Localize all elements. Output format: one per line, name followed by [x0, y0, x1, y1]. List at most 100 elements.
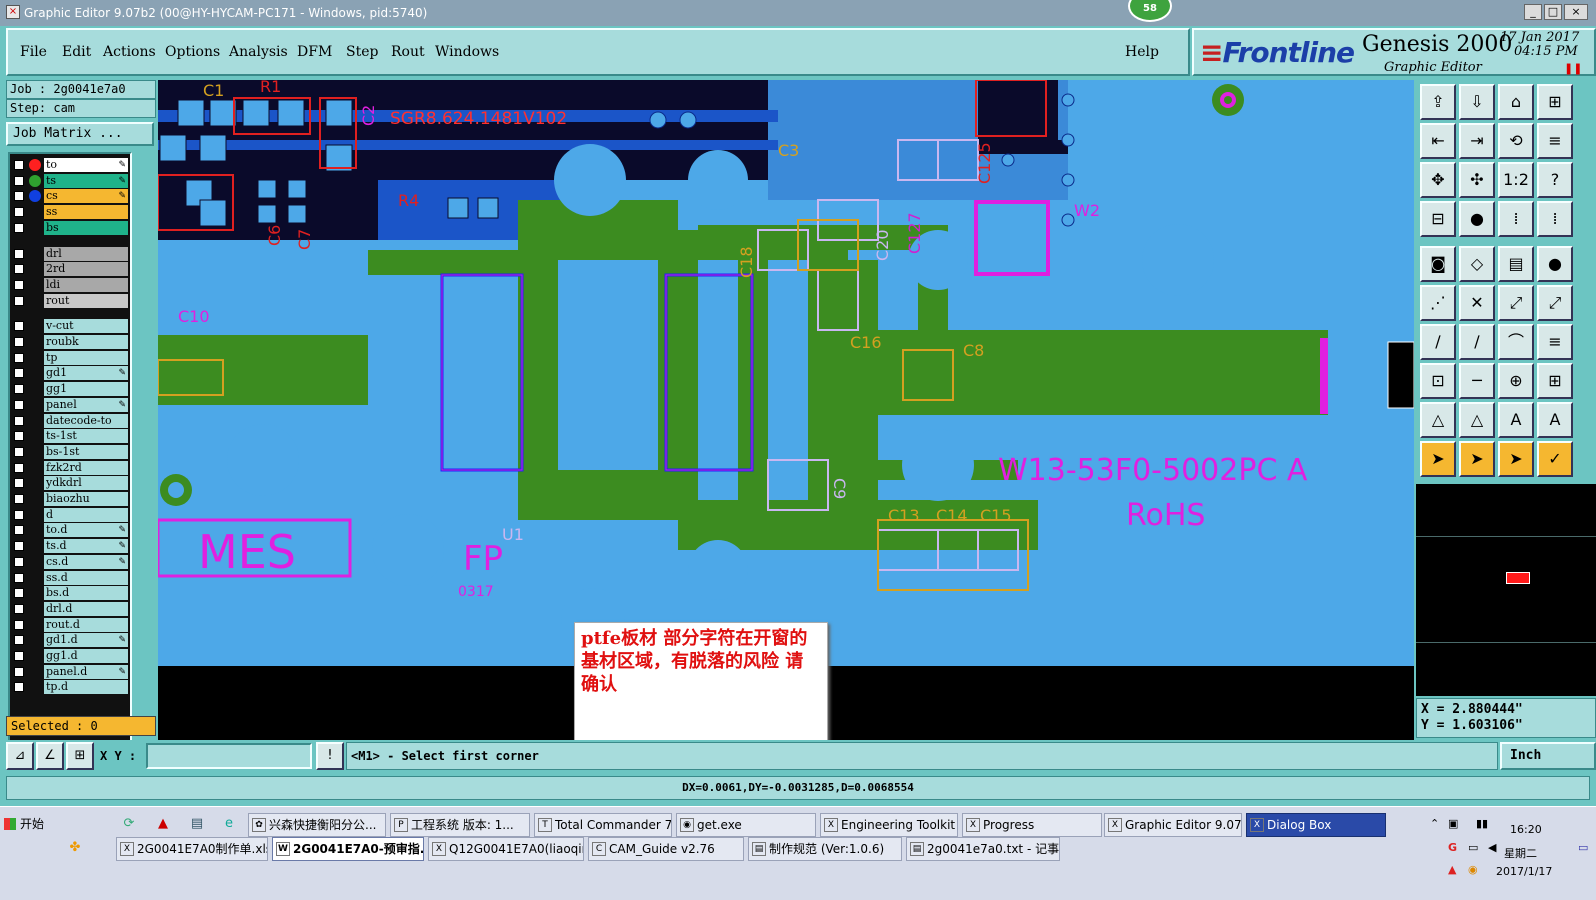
tool-icon[interactable]: ✕	[1459, 285, 1495, 321]
layer-name[interactable]: datecode-to	[44, 413, 128, 428]
taskbar-button[interactable]: W 2G0041E7A0-预审指...	[272, 837, 424, 861]
layer-name[interactable]: gd1 ✎	[44, 366, 128, 381]
layer-checkbox[interactable]	[14, 603, 24, 614]
layer-row[interactable]: d	[12, 507, 130, 522]
layer-checkbox[interactable]	[14, 666, 24, 677]
layer-row[interactable]: ss	[12, 205, 130, 220]
tool-icon[interactable]: ─	[1459, 363, 1495, 399]
layer-checkbox[interactable]	[14, 682, 24, 693]
layer-checkbox[interactable]	[14, 588, 24, 599]
tool-icon[interactable]: ▤	[1498, 246, 1534, 282]
layer-name[interactable]: to ✎	[44, 158, 128, 172]
tray-warning-icon[interactable]: ▲	[1448, 863, 1456, 876]
tray-expand-icon[interactable]: ⌃	[1430, 817, 1439, 830]
layer-row[interactable]: ldi	[12, 277, 130, 292]
taskbar-button[interactable]: X Dialog Box	[1246, 813, 1386, 837]
taskbar-button[interactable]: ▤ 制作规范 (Ver:1.0.6)	[748, 837, 902, 861]
taskbar-button[interactable]: ▤ 2g0041e7a0.txt - 记事本	[906, 837, 1060, 861]
tool-icon[interactable]: ➤	[1459, 441, 1495, 477]
taskbar-button[interactable]: XQ12G0041E7A0(liaoqing)...	[428, 837, 584, 861]
layer-name[interactable]: gd1.d ✎	[44, 633, 128, 648]
tray-monitor-icon[interactable]: ▭	[1468, 841, 1478, 854]
tool-icon[interactable]: ⊟	[1420, 201, 1456, 237]
layer-checkbox[interactable]	[14, 264, 24, 275]
layer-row[interactable]: bs	[12, 220, 130, 235]
snap-center-icon[interactable]: ⊞	[66, 742, 94, 770]
quicklaunch-browser-icon[interactable]: e	[220, 815, 238, 833]
minimize-button[interactable]: _	[1524, 4, 1542, 20]
tool-icon[interactable]: ➤	[1420, 441, 1456, 477]
layer-name[interactable]: v-cut	[44, 319, 128, 334]
tool-icon[interactable]: 1:2	[1498, 162, 1534, 198]
tool-icon[interactable]: ⊞	[1537, 84, 1573, 120]
layer-row[interactable]: ts ✎	[12, 173, 130, 188]
layer-checkbox[interactable]	[14, 160, 24, 170]
tray-lang-icon[interactable]: ▭	[1578, 841, 1588, 854]
notification-badge[interactable]: 58	[1128, 0, 1172, 22]
quicklaunch-doc-icon[interactable]: ▤	[188, 815, 206, 833]
layer-name[interactable]: ydkdrl	[44, 476, 128, 491]
layer-row[interactable]: tp.d	[12, 680, 130, 695]
layer-checkbox[interactable]	[14, 337, 24, 347]
layer-name[interactable]: ts ✎	[44, 173, 128, 188]
layer-row[interactable]: ts-1st	[12, 429, 130, 444]
taskbar-button[interactable]: P 工程系统 版本: 1...	[390, 813, 530, 837]
layer-row[interactable]: panel ✎	[12, 397, 130, 412]
layer-name[interactable]: gg1.d	[44, 649, 128, 663]
layer-row[interactable]: bs-1st	[12, 444, 130, 459]
tool-icon[interactable]: ≡	[1537, 123, 1573, 159]
tray-chrome-icon[interactable]: ◉	[1468, 863, 1478, 876]
layer-name[interactable]: roubk	[44, 335, 128, 349]
layer-row[interactable]: cs.d ✎	[12, 554, 130, 569]
layer-name[interactable]: d	[44, 507, 128, 522]
layer-row[interactable]: 2rd	[12, 262, 130, 277]
tool-icon[interactable]: ➤	[1498, 441, 1534, 477]
tool-icon[interactable]: ⇪	[1420, 84, 1456, 120]
quicklaunch-pdf-icon[interactable]: ▲	[154, 815, 172, 833]
menu-edit[interactable]: Edit	[62, 44, 91, 60]
tool-icon[interactable]: △	[1420, 402, 1456, 438]
layer-checkbox[interactable]	[14, 248, 24, 259]
tool-icon[interactable]: ⋰	[1420, 285, 1456, 321]
layer-checkbox[interactable]	[14, 478, 24, 489]
layer-name[interactable]: bs-1st	[44, 444, 128, 459]
tool-icon[interactable]: ≡	[1537, 324, 1573, 360]
tool-icon[interactable]: ◇	[1459, 246, 1495, 282]
tool-icon[interactable]: ⊕	[1498, 363, 1534, 399]
layer-row[interactable]: datecode-to	[12, 413, 130, 428]
snap-grid-icon[interactable]: ⊿	[6, 742, 34, 770]
layer-checkbox[interactable]	[14, 572, 24, 583]
layer-row[interactable]: panel.d ✎	[12, 664, 130, 679]
start-button[interactable]: 开始	[2, 813, 54, 837]
menu-options[interactable]: Options	[165, 44, 220, 60]
menu-rout[interactable]: Rout	[391, 44, 425, 60]
layer-checkbox[interactable]	[14, 399, 24, 410]
tool-icon[interactable]: ∕	[1459, 324, 1495, 360]
layer-name[interactable]: gg1	[44, 382, 128, 397]
layer-name[interactable]: ss.d	[44, 570, 128, 585]
tray-network-icon[interactable]: ▮▮	[1476, 817, 1488, 830]
layer-row[interactable]: ts.d ✎	[12, 539, 130, 554]
tool-icon[interactable]: ✥	[1420, 162, 1456, 198]
tool-icon[interactable]: ⇤	[1420, 123, 1456, 159]
taskbar-button[interactable]: C CAM_Guide v2.76	[588, 837, 744, 861]
pause-icon[interactable]: ❚❚	[1564, 62, 1582, 75]
layer-checkbox[interactable]	[14, 635, 24, 646]
layer-checkbox[interactable]	[14, 651, 24, 661]
layer-row[interactable]: biaozhu	[12, 492, 130, 506]
layer-name[interactable]: tp	[44, 350, 128, 365]
taskbar-button[interactable]: XGraphic Editor 9.07b...	[1104, 813, 1242, 837]
layer-checkbox[interactable]	[14, 541, 24, 552]
tray-volume-icon[interactable]: ◀	[1488, 841, 1496, 854]
tool-icon[interactable]: ●	[1459, 201, 1495, 237]
layer-row[interactable]: cs ✎	[12, 189, 130, 204]
tray-app-icon[interactable]: G	[1448, 841, 1457, 854]
layer-name[interactable]: ldi	[44, 277, 128, 292]
maximize-button[interactable]: □	[1544, 4, 1562, 20]
layer-row[interactable]: gg1.d	[12, 649, 130, 663]
tool-icon[interactable]: ⇥	[1459, 123, 1495, 159]
tool-icon[interactable]: A	[1498, 402, 1534, 438]
layer-checkbox[interactable]	[14, 525, 24, 536]
tool-icon[interactable]: ⟲	[1498, 123, 1534, 159]
menu-windows[interactable]: Windows	[435, 44, 499, 60]
